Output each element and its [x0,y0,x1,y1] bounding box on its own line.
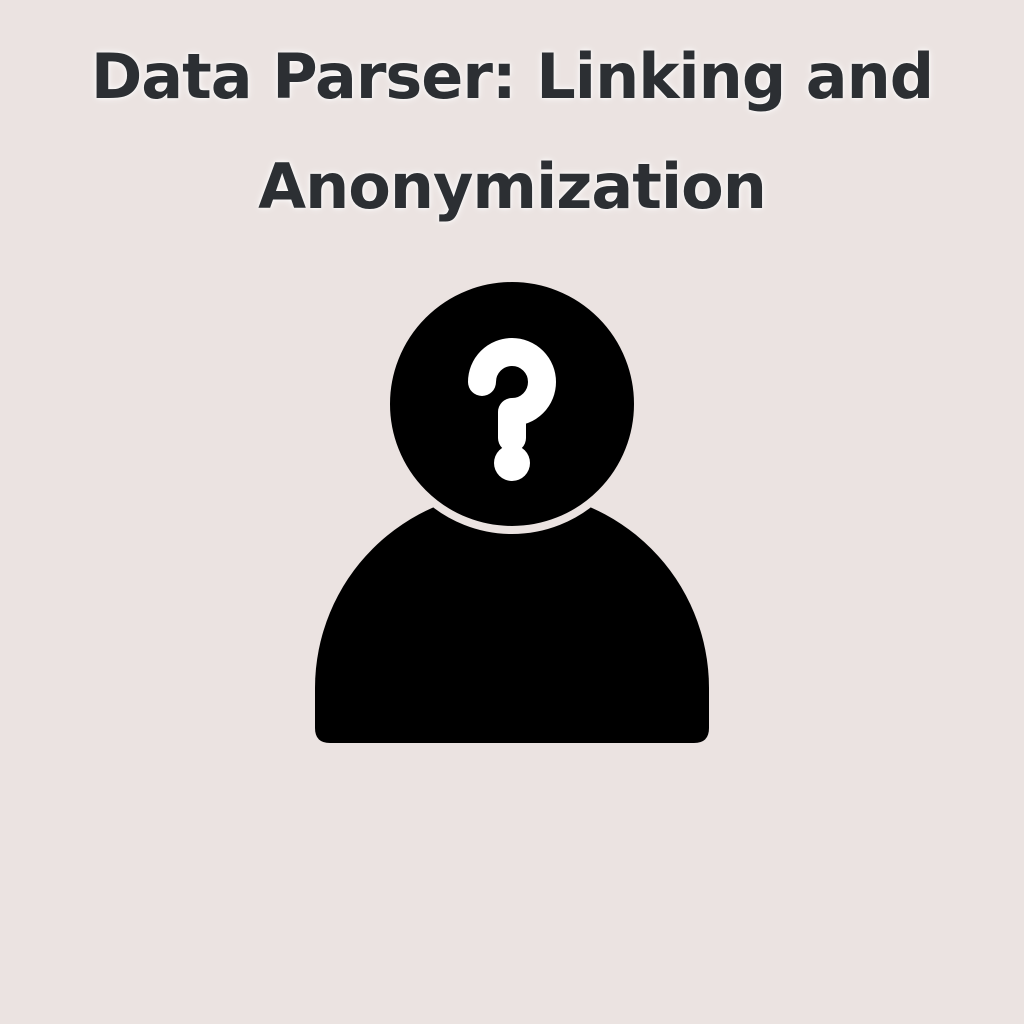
anonymous-user-icon [315,274,709,743]
